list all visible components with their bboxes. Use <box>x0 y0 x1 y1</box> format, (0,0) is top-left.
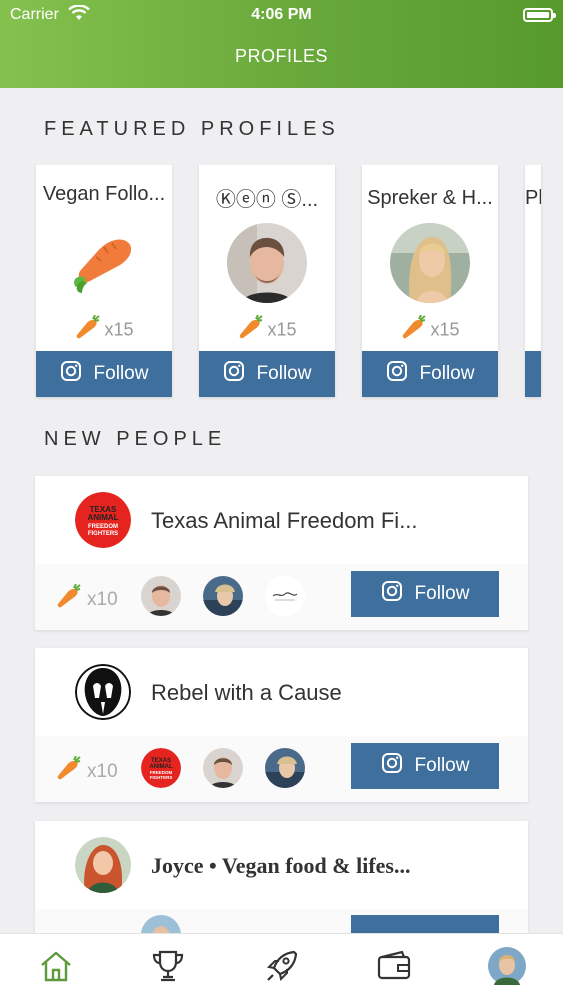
mutual-avatar[interactable] <box>203 576 243 616</box>
person-card-footer <box>35 909 528 933</box>
app-header: Carrier 4:06 PM PROFILES <box>0 0 563 88</box>
profile-avatar[interactable] <box>390 223 470 303</box>
carrot-count: x15 <box>362 314 498 346</box>
follow-button[interactable]: Follow <box>36 351 172 397</box>
svg-text:FIGHTERS: FIGHTERS <box>88 531 118 537</box>
mutual-avatar[interactable] <box>265 748 305 788</box>
tab-bar <box>0 933 563 1000</box>
carrot-count: x15 <box>199 314 335 346</box>
person-name[interactable]: Rebel with a Cause <box>151 680 342 706</box>
instagram-icon <box>381 752 403 780</box>
carrot-icon <box>237 314 264 346</box>
featured-card[interactable]: Vegan Follo... x15 Follow <box>36 165 172 397</box>
follow-button[interactable]: Follow <box>351 571 499 617</box>
follow-label: Follow <box>414 583 470 604</box>
featured-card[interactable]: Ⓚⓔⓝ Ⓢ... x15 Follow <box>199 165 335 397</box>
instagram-icon <box>60 360 82 388</box>
svg-text:FREEDOM: FREEDOM <box>88 524 118 530</box>
follow-label: Follow <box>414 755 470 776</box>
carrot-count: x10 <box>55 755 118 788</box>
person-card-footer: x10 TEXAS ANIMAL FREEDOM FIGHTERS Follow <box>35 736 528 802</box>
status-bar: Carrier 4:06 PM <box>0 4 563 26</box>
home-icon[interactable] <box>36 946 76 986</box>
person-card[interactable]: Rebel with a Cause x10 TEXAS ANIMAL FREE… <box>35 648 528 802</box>
follow-button[interactable]: Follow <box>362 351 498 397</box>
carrot-count: x10 <box>55 583 118 616</box>
instagram-icon <box>223 360 245 388</box>
carrot-icon <box>55 755 81 788</box>
profile-avatar[interactable] <box>75 837 131 893</box>
follow-button[interactable]: Follow <box>199 351 335 397</box>
svg-text:FIGHTERS: FIGHTERS <box>150 775 173 780</box>
mutual-avatar[interactable] <box>141 915 181 933</box>
follow-label: Follow <box>419 363 475 384</box>
follow-button[interactable]: Follow <box>351 743 499 789</box>
follow-label: Follow <box>256 363 312 384</box>
carrot-icon <box>400 314 427 346</box>
instagram-icon <box>381 580 403 608</box>
battery-icon <box>523 8 556 22</box>
wallet-icon[interactable] <box>374 946 414 986</box>
mutual-avatar[interactable] <box>265 576 305 616</box>
profile-name: Pl <box>525 187 541 209</box>
carrot-count: x15 <box>36 314 172 346</box>
trophy-icon[interactable] <box>148 946 188 986</box>
follow-button[interactable] <box>351 915 499 933</box>
featured-card[interactable]: Spreker & H... x15 Follow <box>362 165 498 397</box>
new-people-heading: NEW PEOPLE <box>44 428 227 450</box>
mutual-avatar[interactable] <box>203 748 243 788</box>
carrot-logo-avatar[interactable] <box>64 223 144 303</box>
carrot-icon <box>74 314 101 346</box>
person-name[interactable]: Joyce • Vegan food & lifes... <box>151 853 410 879</box>
person-card[interactable]: Joyce • Vegan food & lifes... <box>35 821 528 933</box>
profile-name: Spreker & H... <box>367 187 493 209</box>
instagram-icon <box>386 360 408 388</box>
mutual-avatar[interactable] <box>141 576 181 616</box>
profile-avatar[interactable] <box>227 223 307 303</box>
follow-label: Follow <box>93 363 149 384</box>
rocket-icon[interactable] <box>262 946 302 986</box>
carrot-icon <box>55 583 81 616</box>
clock: 4:06 PM <box>251 6 312 23</box>
featured-card[interactable]: Pl <box>525 165 541 397</box>
profile-name: Ⓚⓔⓝ Ⓢ... <box>215 189 319 211</box>
person-card-header[interactable]: Joyce • Vegan food & lifes... <box>35 821 528 909</box>
featured-heading: FEATURED PROFILES <box>44 118 340 140</box>
profile-tab-avatar[interactable] <box>487 946 527 986</box>
mutual-avatar[interactable]: TEXAS ANIMAL FREEDOM FIGHTERS <box>141 748 181 788</box>
profile-avatar[interactable]: TEXAS ANIMAL FREEDOM FIGHTERS <box>75 492 131 548</box>
person-name[interactable]: Texas Animal Freedom Fi... <box>151 508 418 534</box>
person-card-header[interactable]: Rebel with a Cause <box>35 648 528 736</box>
profile-name: Vegan Follo... <box>42 183 166 205</box>
page-title: PROFILES <box>234 46 329 66</box>
profile-avatar[interactable] <box>75 664 131 720</box>
featured-carousel[interactable]: Vegan Follo... x15 Follow Ⓚⓔⓝ Ⓢ... x15 F… <box>0 165 563 400</box>
svg-text:ANIMAL: ANIMAL <box>87 513 118 522</box>
person-card-header[interactable]: TEXAS ANIMAL FREEDOM FIGHTERS Texas Anim… <box>35 476 528 564</box>
follow-button[interactable] <box>525 351 541 397</box>
person-card[interactable]: TEXAS ANIMAL FREEDOM FIGHTERS Texas Anim… <box>35 476 528 630</box>
person-card-footer: x10 Follow <box>35 564 528 630</box>
